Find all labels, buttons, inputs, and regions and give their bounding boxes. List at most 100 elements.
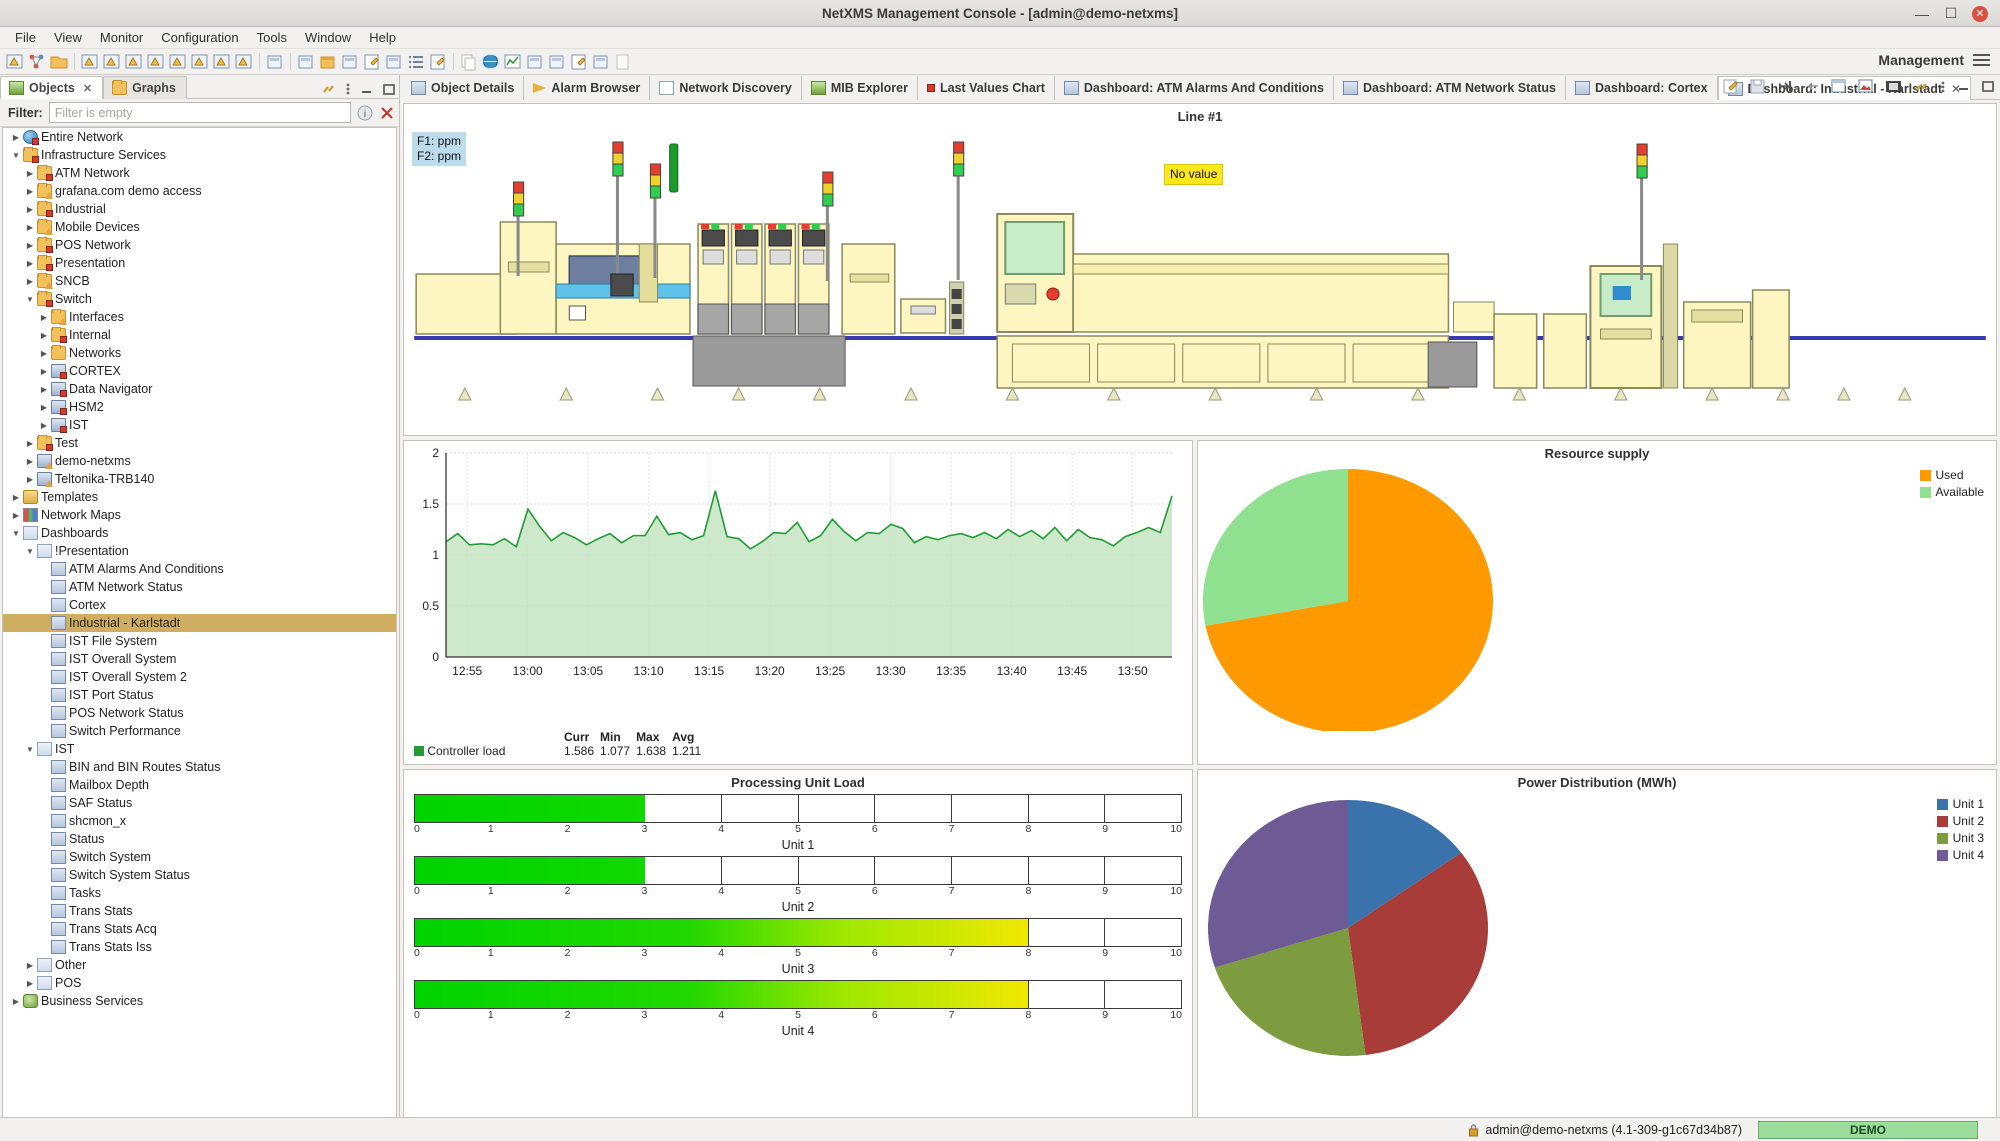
filter-input[interactable] — [49, 102, 351, 123]
tree-item-trans-stats-acq[interactable]: Trans Stats Acq — [3, 920, 396, 938]
tools-icon[interactable] — [525, 52, 545, 72]
report-icon[interactable] — [428, 52, 448, 72]
editor-tab-network-discovery[interactable]: Network Discovery — [650, 76, 802, 100]
resource-supply-pie[interactable] — [1198, 461, 1996, 731]
network-discovery-icon[interactable] — [27, 52, 47, 72]
image-icon[interactable] — [1858, 79, 1874, 97]
link-icon[interactable] — [547, 52, 567, 72]
tree-item-teltonika-trb140[interactable]: ▶Teltonika-TRB140 — [3, 470, 396, 488]
tree-item-demo-netxms[interactable]: ▶demo-netxms — [3, 452, 396, 470]
chevron-right-icon[interactable]: ▶ — [37, 313, 51, 322]
alarm4-icon[interactable] — [146, 52, 166, 72]
tree-item-ist-overall-system[interactable]: IST Overall System — [3, 650, 396, 668]
chevron-right-icon[interactable]: ▶ — [23, 439, 37, 448]
tree-item-ist[interactable]: ▶IST — [3, 416, 396, 434]
chevron-right-icon[interactable]: ▶ — [23, 979, 37, 988]
tree-item-mobile-devices[interactable]: ▶Mobile Devices — [3, 218, 396, 236]
power-distribution-pie[interactable] — [1198, 790, 1996, 1060]
maximize-button[interactable]: ☐ — [1943, 6, 1959, 22]
alarm2-icon[interactable] — [102, 52, 122, 72]
tree-item-presentation[interactable]: ▶Presentation — [3, 254, 396, 272]
edit-alarm-icon[interactable] — [168, 52, 188, 72]
package-icon[interactable] — [318, 52, 338, 72]
chevron-right-icon[interactable]: ▶ — [23, 961, 37, 970]
minimize-button[interactable]: — — [1914, 6, 1930, 22]
tree-item-bin-and-bin-routes-status[interactable]: BIN and BIN Routes Status — [3, 758, 396, 776]
tree-item-atm-network-status[interactable]: ATM Network Status — [3, 578, 396, 596]
chevron-right-icon[interactable]: ▶ — [9, 997, 23, 1006]
chevron-right-icon[interactable]: ▶ — [37, 331, 51, 340]
object-tree[interactable]: ▶Entire Network▼Infrastructure Services▶… — [2, 127, 397, 1141]
menu-view[interactable]: View — [45, 28, 91, 47]
chevron-right-icon[interactable]: ▶ — [37, 349, 51, 358]
chevron-right-icon[interactable]: ▶ — [23, 277, 37, 286]
tree-item-ist-file-system[interactable]: IST File System — [3, 632, 396, 650]
chevron-right-icon[interactable]: ▶ — [37, 367, 51, 376]
chevron-right-icon[interactable]: ▶ — [23, 169, 37, 178]
edit-icon[interactable] — [362, 52, 382, 72]
alarm3-icon[interactable] — [124, 52, 144, 72]
tree-item-other[interactable]: ▶Other — [3, 956, 396, 974]
chevron-right-icon[interactable]: ▶ — [9, 511, 23, 520]
minimize-icon[interactable] — [1957, 80, 1970, 96]
chevron-right-icon[interactable]: ▶ — [23, 457, 37, 466]
menu-help[interactable]: Help — [360, 28, 405, 47]
tree-item-switch-performance[interactable]: Switch Performance — [3, 722, 396, 740]
tree-item-mailbox-depth[interactable]: Mailbox Depth — [3, 776, 396, 794]
tree-item-business-services[interactable]: ▶Business Services — [3, 992, 396, 1010]
editor-tab-alarm-browser[interactable]: Alarm Browser — [524, 76, 650, 100]
notes-icon[interactable] — [569, 52, 589, 72]
editor-tab-last-values-chart[interactable]: Last Values Chart — [918, 76, 1055, 100]
menu-configuration[interactable]: Configuration — [152, 28, 247, 47]
tree-item-internal[interactable]: ▶Internal — [3, 326, 396, 344]
menu-icon[interactable] — [1973, 54, 1990, 68]
alarm-browser-icon[interactable] — [5, 52, 25, 72]
chevron-down-icon[interactable]: ▼ — [9, 529, 23, 538]
screenshot-icon[interactable] — [340, 52, 360, 72]
tree-item-grafana-com-demo-access[interactable]: ▶grafana.com demo access — [3, 182, 396, 200]
chart-icon[interactable] — [503, 52, 523, 72]
chevron-down-icon[interactable]: ▼ — [23, 745, 37, 754]
alarm5-icon[interactable] — [190, 52, 210, 72]
clear-filter-icon[interactable] — [379, 105, 395, 121]
tree-item-ist-overall-system-2[interactable]: IST Overall System 2 — [3, 668, 396, 686]
view-menu-icon[interactable] — [345, 82, 351, 96]
topology-icon[interactable] — [296, 52, 316, 72]
chevron-down-icon[interactable]: ▼ — [23, 547, 37, 556]
tree-item-switch-system-status[interactable]: Switch System Status — [3, 866, 396, 884]
tree-item-atm-network[interactable]: ▶ATM Network — [3, 164, 396, 182]
duplicate-icon[interactable] — [459, 52, 479, 72]
tree-item-pos-network-status[interactable]: POS Network Status — [3, 704, 396, 722]
editor-tab-dashboard-atm-network-status[interactable]: Dashboard: ATM Network Status — [1334, 76, 1566, 100]
script-icon[interactable] — [591, 52, 611, 72]
tree-item-networks[interactable]: ▶Networks — [3, 344, 396, 362]
close-icon[interactable]: ✕ — [83, 82, 92, 95]
chevron-right-icon[interactable]: ▶ — [37, 385, 51, 394]
menu-window[interactable]: Window — [296, 28, 360, 47]
chevron-right-icon[interactable]: ▶ — [23, 223, 37, 232]
chevron-down-icon[interactable]: ▼ — [9, 151, 23, 160]
tree-item-ist[interactable]: ▼IST — [3, 740, 396, 758]
tree-item-pos-network[interactable]: ▶POS Network — [3, 236, 396, 254]
globe-icon[interactable] — [481, 52, 501, 72]
controller-load-chart[interactable]: 00.511.5212:5513:0013:0513:1013:1513:201… — [404, 441, 1194, 701]
tree-item-network-maps[interactable]: ▶Network Maps — [3, 506, 396, 524]
tab-graphs[interactable]: Graphs — [103, 76, 187, 99]
chevron-right-icon[interactable]: ▶ — [37, 421, 51, 430]
tree-item-entire-network[interactable]: ▶Entire Network — [3, 128, 396, 146]
save-icon[interactable] — [1750, 79, 1766, 97]
tab-objects[interactable]: Objects ✕ — [0, 76, 103, 99]
menu-monitor[interactable]: Monitor — [91, 28, 152, 47]
link-icon[interactable] — [1914, 80, 1929, 97]
maximize-icon[interactable] — [1981, 80, 1994, 96]
next-icon[interactable] — [1777, 79, 1793, 97]
fullscreen-icon[interactable] — [1885, 79, 1903, 97]
chevron-right-icon[interactable]: ▶ — [23, 475, 37, 484]
tree-item-atm-alarms-and-conditions[interactable]: ATM Alarms And Conditions — [3, 560, 396, 578]
tree-item-test[interactable]: ▶Test — [3, 434, 396, 452]
tree-item-saf-status[interactable]: SAF Status — [3, 794, 396, 812]
chevron-right-icon[interactable]: ▶ — [23, 187, 37, 196]
tree-item-cortex[interactable]: Cortex — [3, 596, 396, 614]
chevron-right-icon[interactable]: ▶ — [37, 403, 51, 412]
tree-item-industrial-karlstadt[interactable]: Industrial - Karlstadt — [3, 614, 396, 632]
